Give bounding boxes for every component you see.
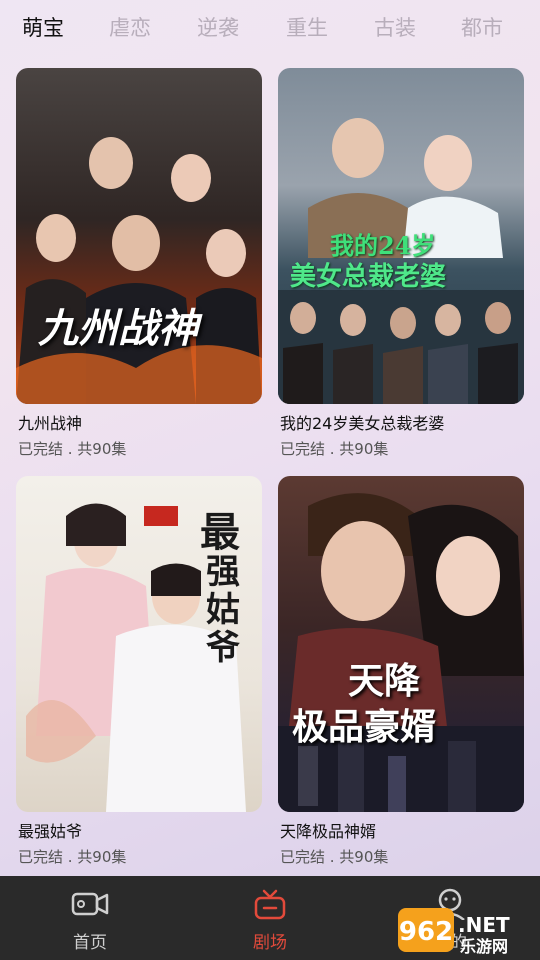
drama-status: 已完结 . 共90集 [280, 848, 389, 866]
nav-home[interactable]: 首页 [30, 876, 150, 960]
poster-title-text: 九州战神 [38, 305, 198, 352]
video-camera-icon [71, 892, 109, 916]
tab-nixi[interactable]: 逆袭 [197, 12, 239, 42]
svg-text:962: 962 [399, 917, 453, 947]
drama-title[interactable]: 我的24岁美女总裁老婆 [280, 410, 444, 434]
drama-status: 已完结 . 共90集 [280, 440, 389, 458]
drama-title[interactable]: 天降极品神婿 [280, 818, 376, 842]
poster-title-line2: 极品豪婿 [292, 706, 437, 748]
drama-title[interactable]: 九州战神 [18, 410, 82, 434]
nav-home-label: 首页 [73, 933, 107, 953]
svg-text:乐游网: 乐游网 [460, 937, 508, 956]
drama-status: 已完结 . 共90集 [18, 440, 127, 458]
nav-theater-label: 剧场 [253, 933, 287, 953]
tab-mengbao[interactable]: 萌宝 [22, 12, 64, 42]
tab-dushi[interactable]: 都市 [461, 12, 503, 42]
poster-title-line2: 美女总裁老婆 [290, 262, 447, 292]
drama-poster[interactable]: 我的24岁 美女总裁老婆 [278, 68, 524, 404]
poster-figures [278, 493, 524, 812]
drama-card[interactable]: 最 强 姑 爷 最强姑爷 已完结 . 共90集 [16, 476, 262, 866]
watermark-logo: 962 .NET 乐游网 [398, 908, 510, 956]
category-tabs: 萌宝 虐恋 逆袭 重生 古装 都市 [0, 0, 540, 52]
drama-title[interactable]: 最强姑爷 [18, 818, 82, 842]
drama-card[interactable]: 天降 极品豪婿 天降极品神婿 已完结 . 共90集 [278, 476, 524, 866]
drama-card[interactable]: 我的24岁 美女总裁老婆 我的24岁美女总裁老婆 已完结 . 共90集 [278, 68, 524, 458]
svg-text:.NET: .NET [458, 913, 510, 937]
tab-guzhuang[interactable]: 古装 [374, 12, 416, 42]
poster-title-char: 爷 [206, 628, 240, 668]
poster-title-line1: 天降 [348, 660, 421, 702]
tab-chongsheng[interactable]: 重生 [286, 12, 328, 42]
tab-nuelian[interactable]: 虐恋 [109, 12, 151, 42]
drama-poster[interactable]: 九州战神 [16, 68, 262, 404]
drama-status: 已完结 . 共90集 [18, 848, 127, 866]
drama-poster[interactable]: 最 强 姑 爷 [16, 476, 262, 812]
drama-poster[interactable]: 天降 极品豪婿 [278, 476, 524, 812]
nav-theater[interactable]: 剧场 [210, 876, 330, 960]
tv-icon [254, 889, 286, 920]
drama-card[interactable]: 九州战神 九州战神 已完结 . 共90集 [16, 68, 262, 458]
